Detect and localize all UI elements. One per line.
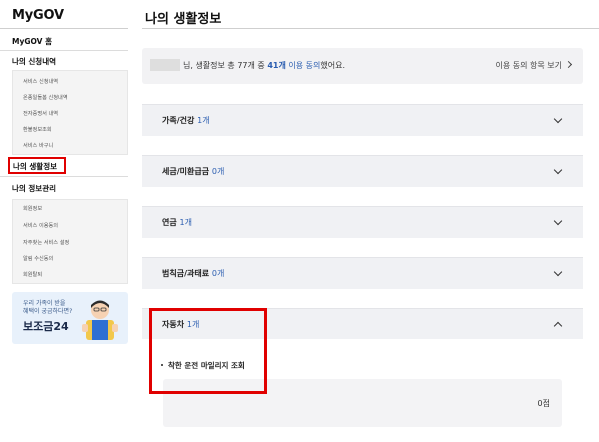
mileage-value-box: 0점 <box>163 379 562 427</box>
accordion-pension[interactable]: 연금 1개 <box>142 206 583 238</box>
accordion-label: 연금 1개 <box>162 218 192 227</box>
accordion-label: 가족/건강 1개 <box>162 116 210 125</box>
sidebar: MyGOV MyGOV 홈 나의 신청내역 서비스 신청내역 온종일돌봄 신청내… <box>0 0 128 442</box>
divider <box>0 28 128 29</box>
view-consent-items-link[interactable]: 이용 동의 항목 보기 <box>495 60 573 71</box>
masked-username <box>150 59 180 71</box>
summary-bar: 님, 생활정보 총 77개 중 41개 이용 동의했어요. 이용 동의 항목 보… <box>142 48 583 84</box>
accordion-tax-refund[interactable]: 세금/미환급금 0개 <box>142 155 583 187</box>
banner-title: 보조금24 <box>23 320 69 333</box>
submenu-item[interactable]: 알림 수신동의 <box>23 255 53 262</box>
submenu-item[interactable]: 서비스 이용동의 <box>23 222 58 229</box>
submenu-account: 회원정보 서비스 이용동의 자주찾는 서비스 설정 알림 수신동의 회원탈퇴 <box>12 199 128 284</box>
consent-label: 이용 동의 <box>285 61 321 70</box>
accordion-label: 자동차 1개 <box>162 320 200 329</box>
person-icon <box>82 300 118 340</box>
submenu-item[interactable]: 회원탈퇴 <box>23 271 42 278</box>
nav-section-account[interactable]: 나의 정보관리 <box>12 183 56 194</box>
submenu-item[interactable]: 서비스 바구니 <box>23 142 53 149</box>
accordion-label: 세금/미환급금 0개 <box>162 167 225 176</box>
nav-item-label: 나의 생활정보 <box>13 162 58 171</box>
subsidy-banner[interactable]: 우리 가족이 받을 혜택이 궁금하다면? 보조금24 <box>12 292 128 344</box>
accordion-label: 범칙금/과태료 0개 <box>162 269 225 278</box>
accordion-fines-penalties[interactable]: 범칙금/과태료 0개 <box>142 257 583 289</box>
chevron-down-icon <box>553 267 563 277</box>
submenu-item[interactable]: 자주찾는 서비스 설정 <box>23 239 69 246</box>
chevron-down-icon <box>553 165 563 175</box>
divider <box>142 28 599 29</box>
chevron-right-icon <box>564 60 573 69</box>
divider <box>0 176 128 177</box>
submenu-item[interactable]: 서비스 신청내역 <box>23 78 58 85</box>
accordion-family-health[interactable]: 가족/건강 1개 <box>142 104 583 136</box>
brand-logo[interactable]: MyGOV <box>12 8 64 23</box>
link-label: 이용 동의 항목 보기 <box>495 61 562 70</box>
submenu-item[interactable]: 환불정보조회 <box>23 126 52 133</box>
summary-text: 님, 생활정보 총 77개 중 41개 이용 동의했어요. <box>183 60 345 71</box>
consent-count: 41개 <box>267 61 286 70</box>
divider <box>0 50 128 51</box>
accordion-automobile[interactable]: 자동차 1개 <box>142 308 583 340</box>
chevron-down-icon <box>553 114 563 124</box>
bullet-icon <box>161 364 163 366</box>
mileage-value: 0점 <box>537 399 550 408</box>
page-title: 나의 생활정보 <box>145 12 222 27</box>
submenu-item[interactable]: 전자증명서 내역 <box>23 110 58 117</box>
nav-section-applications[interactable]: 나의 신청내역 <box>12 56 56 67</box>
submenu-applications: 서비스 신청내역 온종일돌봄 신청내역 전자증명서 내역 환불정보조회 서비스 … <box>12 70 128 155</box>
summary-prefix: 님, 생활정보 총 77개 중 <box>183 61 268 70</box>
submenu-item[interactable]: 온종일돌봄 신청내역 <box>23 94 68 101</box>
nav-home-link[interactable]: MyGOV 홈 <box>12 36 52 47</box>
nav-item-life-info-active[interactable]: 나의 생활정보 <box>8 157 66 174</box>
mileage-item-label[interactable]: 착한 운전 마일리지 조회 <box>161 360 245 371</box>
chevron-up-icon <box>553 321 563 331</box>
submenu-item[interactable]: 회원정보 <box>23 205 42 212</box>
chevron-down-icon <box>553 216 563 226</box>
summary-suffix: 했어요. <box>320 61 345 70</box>
